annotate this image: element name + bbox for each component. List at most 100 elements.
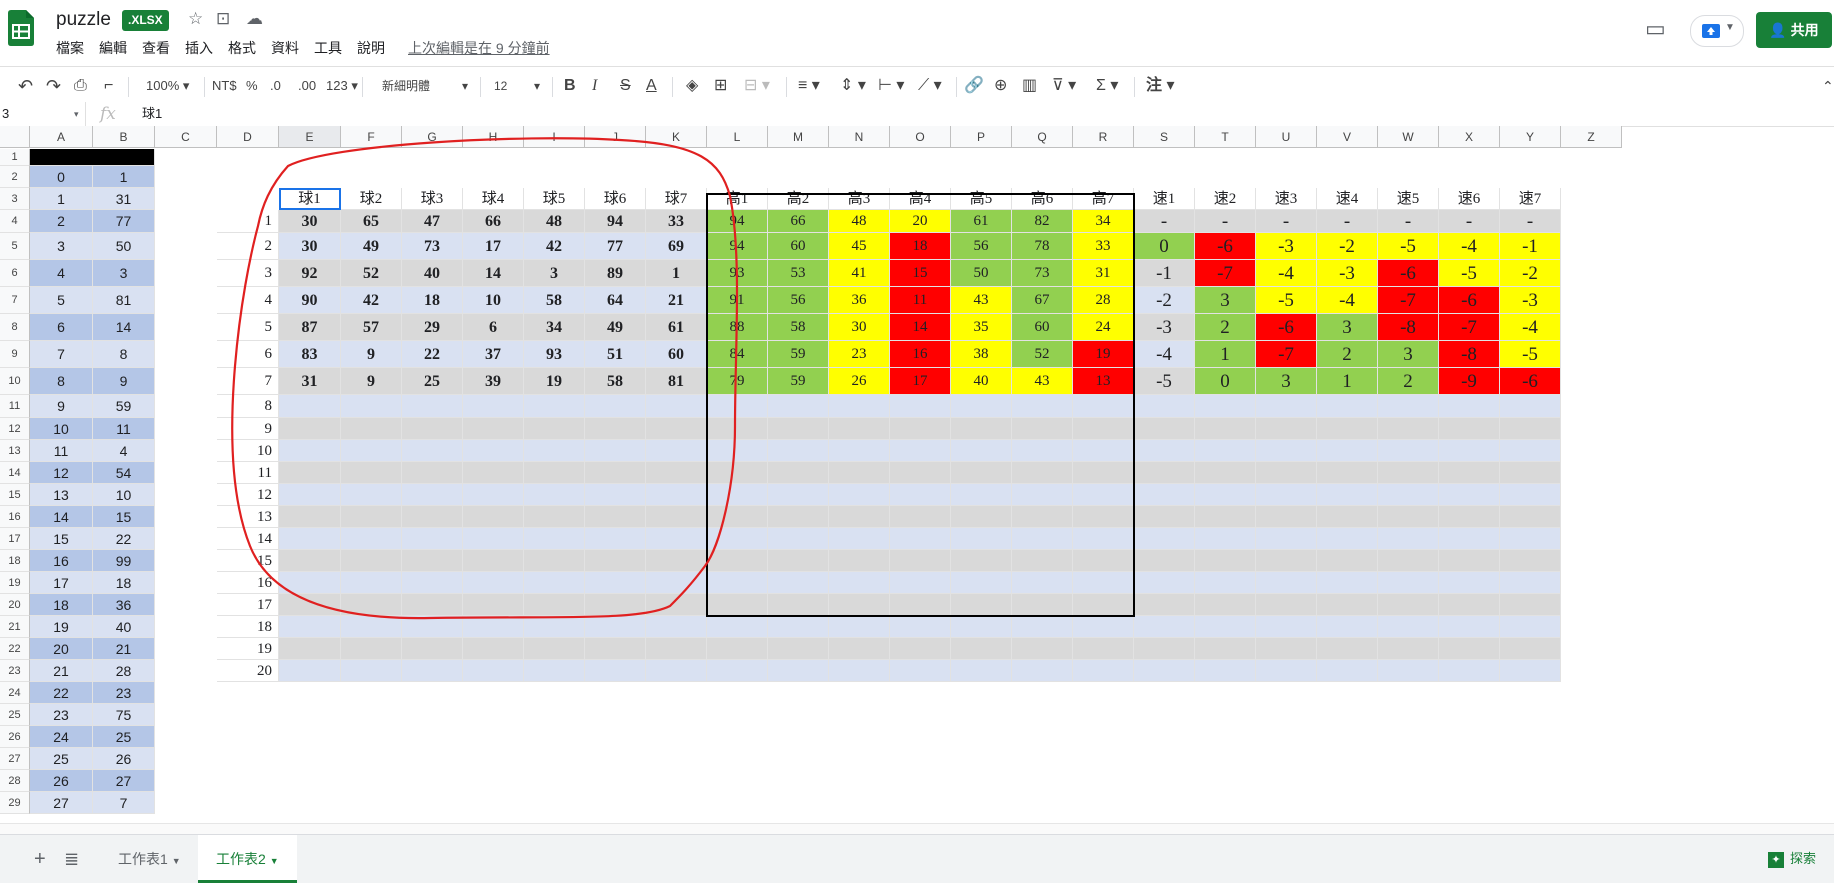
- data-cell[interactable]: 30: [829, 314, 890, 341]
- data-cell[interactable]: -3: [1134, 314, 1195, 341]
- data-cell[interactable]: [951, 594, 1012, 616]
- data-cell[interactable]: [768, 418, 829, 440]
- data-cell[interactable]: [768, 638, 829, 660]
- data-cell[interactable]: 17: [890, 368, 951, 395]
- data-cell[interactable]: 30: [279, 233, 341, 260]
- data-cell[interactable]: [402, 594, 463, 616]
- data-cell[interactable]: [829, 616, 890, 638]
- sheets-logo-icon[interactable]: [8, 10, 34, 46]
- data-cell[interactable]: -5: [1256, 287, 1317, 314]
- data-cell[interactable]: 37: [463, 341, 524, 368]
- data-cell[interactable]: [341, 572, 402, 594]
- data-cell[interactable]: [1256, 550, 1317, 572]
- data-cell[interactable]: [585, 506, 646, 528]
- table-header-cell[interactable]: 速3: [1256, 188, 1317, 210]
- left-table-cell[interactable]: 81: [93, 287, 155, 314]
- data-cell[interactable]: 90: [279, 287, 341, 314]
- left-table-cell[interactable]: 36: [93, 594, 155, 616]
- data-cell[interactable]: [890, 616, 951, 638]
- data-cell[interactable]: [646, 638, 707, 660]
- data-cell[interactable]: 73: [402, 233, 463, 260]
- grid-corner[interactable]: [0, 126, 30, 148]
- table-header-cell[interactable]: 球5: [524, 188, 585, 210]
- row-header-17[interactable]: 17: [0, 528, 30, 550]
- sheet-grid[interactable]: A B C D E F G H I J K L M N O P Q R S T U V W X Y Z 1 2 3 4 5 6 7 8 9 10 11 1…: [0, 126, 1834, 823]
- data-cell[interactable]: [1012, 462, 1073, 484]
- data-cell[interactable]: 0: [1134, 233, 1195, 260]
- row-header-15[interactable]: 15: [0, 484, 30, 506]
- present-button[interactable]: ▼: [1690, 15, 1744, 47]
- data-cell[interactable]: [279, 418, 341, 440]
- data-cell[interactable]: [1317, 395, 1378, 418]
- data-cell[interactable]: [890, 660, 951, 682]
- data-cell[interactable]: -6: [1378, 260, 1439, 287]
- data-cell[interactable]: 26: [829, 368, 890, 395]
- data-cell[interactable]: 56: [951, 233, 1012, 260]
- table-header-cell[interactable]: 速5: [1378, 188, 1439, 210]
- data-cell[interactable]: [341, 550, 402, 572]
- data-cell[interactable]: [707, 506, 768, 528]
- data-cell[interactable]: [890, 550, 951, 572]
- explore-button[interactable]: ✦ 探索: [1768, 845, 1816, 873]
- data-cell[interactable]: [829, 572, 890, 594]
- data-cell[interactable]: -5: [1439, 260, 1500, 287]
- data-cell[interactable]: [1500, 550, 1561, 572]
- data-cell[interactable]: 87: [279, 314, 341, 341]
- data-cell[interactable]: 58: [524, 287, 585, 314]
- data-cell[interactable]: [1195, 616, 1256, 638]
- comments-icon[interactable]: ▭: [1645, 16, 1666, 42]
- data-cell[interactable]: [829, 594, 890, 616]
- data-cell[interactable]: [1134, 484, 1195, 506]
- left-table-cell[interactable]: 26: [93, 748, 155, 770]
- data-cell[interactable]: [829, 638, 890, 660]
- data-cell[interactable]: -: [1317, 210, 1378, 233]
- data-cell[interactable]: [1195, 418, 1256, 440]
- data-cell[interactable]: [341, 594, 402, 616]
- column-header-l[interactable]: L: [707, 126, 768, 148]
- formula-input[interactable]: 球1: [142, 102, 162, 126]
- left-table-cell[interactable]: 31: [93, 188, 155, 210]
- data-cell[interactable]: [279, 594, 341, 616]
- data-cell[interactable]: [1073, 660, 1134, 682]
- left-table-cell[interactable]: 16: [30, 550, 93, 572]
- data-cell[interactable]: -4: [1317, 287, 1378, 314]
- data-cell[interactable]: 48: [829, 210, 890, 233]
- data-cell[interactable]: [1439, 572, 1500, 594]
- row-header-28[interactable]: 28: [0, 770, 30, 792]
- filter-icon[interactable]: ⊽ ▾: [1052, 75, 1076, 97]
- data-cell[interactable]: [279, 638, 341, 660]
- data-cell[interactable]: [1378, 528, 1439, 550]
- row-header-19[interactable]: 19: [0, 572, 30, 594]
- data-cell[interactable]: [279, 572, 341, 594]
- data-cell[interactable]: [890, 440, 951, 462]
- column-header-z[interactable]: Z: [1561, 126, 1622, 148]
- data-cell[interactable]: [1012, 528, 1073, 550]
- data-cell[interactable]: [829, 484, 890, 506]
- data-cell[interactable]: [463, 395, 524, 418]
- data-cell[interactable]: [1439, 594, 1500, 616]
- data-cell[interactable]: [951, 462, 1012, 484]
- left-table-cell[interactable]: 28: [93, 660, 155, 682]
- data-cell[interactable]: [768, 440, 829, 462]
- data-cell[interactable]: [1378, 462, 1439, 484]
- column-header-x[interactable]: X: [1439, 126, 1500, 148]
- data-cell[interactable]: 33: [646, 210, 707, 233]
- data-cell[interactable]: [1195, 506, 1256, 528]
- data-cell[interactable]: [1256, 572, 1317, 594]
- data-cell[interactable]: [1317, 528, 1378, 550]
- data-cell[interactable]: 94: [707, 233, 768, 260]
- italic-button[interactable]: I: [592, 75, 597, 97]
- data-cell[interactable]: [707, 660, 768, 682]
- data-cell[interactable]: -5: [1500, 341, 1561, 368]
- data-cell[interactable]: [1500, 484, 1561, 506]
- data-cell[interactable]: [402, 550, 463, 572]
- data-cell[interactable]: 42: [524, 233, 585, 260]
- left-table-cell[interactable]: 21: [93, 638, 155, 660]
- data-cell[interactable]: 59: [768, 341, 829, 368]
- data-cell[interactable]: [707, 395, 768, 418]
- left-table-cell[interactable]: 7: [30, 341, 93, 368]
- data-cell[interactable]: 2: [1195, 314, 1256, 341]
- data-cell[interactable]: [890, 528, 951, 550]
- data-cell[interactable]: 36: [829, 287, 890, 314]
- data-cell[interactable]: [524, 594, 585, 616]
